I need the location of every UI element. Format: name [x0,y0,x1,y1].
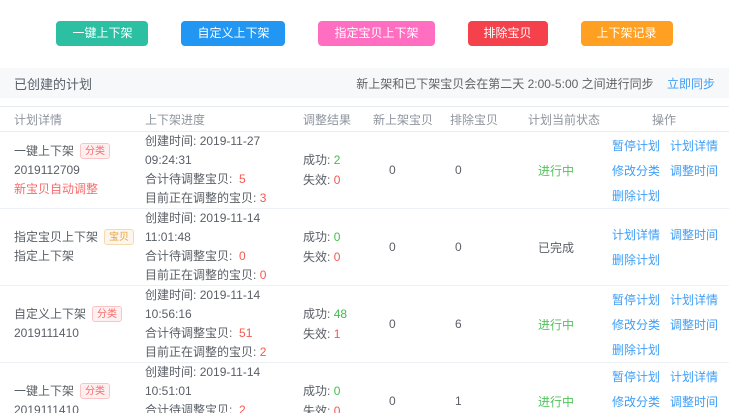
adjust-time-link[interactable]: 调整时间 [670,226,718,243]
table-row: 指定宝贝上下架宝贝 指定上下架 创建时间: 2019-11-14 11:01:4… [0,209,729,286]
header-progress: 上下架进度 [145,111,303,128]
plan-type-tag: 宝贝 [104,229,134,245]
plan-detail-link[interactable]: 计划详情 [670,137,718,154]
new-items-count: 0 [373,240,450,254]
excluded-count: 0 [450,240,526,254]
table-row: 一键上下架分类 2019112709 新宝贝自动调整 创建时间: 2019-11… [0,132,729,209]
edit-category-link[interactable]: 修改分类 [612,162,660,179]
header-result: 调整结果 [303,111,373,128]
table-row: 自定义上下架分类 2019111410 创建时间: 2019-11-14 10:… [0,286,729,363]
progress-cell: 创建时间: 2019-11-14 10:51:01 合计待调整宝贝: 2 目前正… [145,363,303,413]
exclude-items-button[interactable]: 排除宝贝 [468,21,548,46]
adjust-time-link[interactable]: 调整时间 [670,162,718,179]
plan-id: 2019112709 [14,161,145,180]
specified-item-shelf-button[interactable]: 指定宝贝上下架 [318,21,434,46]
plan-type-tag: 分类 [80,143,110,159]
plan-type-tag: 分类 [92,306,122,322]
plan-detail-link[interactable]: 计划详情 [612,226,660,243]
result-cell: 成功: 48 失效: 1 [303,304,373,344]
new-items-count: 0 [373,163,450,177]
new-items-count: 0 [373,394,450,408]
header-plan-detail: 计划详情 [14,111,145,128]
edit-category-link[interactable]: 修改分类 [612,393,660,410]
pause-plan-link[interactable]: 暂停计划 [612,291,660,308]
plan-detail-cell: 自定义上下架分类 2019111410 [14,305,145,343]
adjust-time-link[interactable]: 调整时间 [670,316,718,333]
header-excluded: 排除宝贝 [450,111,526,128]
actions-cell: 暂停计划 计划详情 修改分类 调整时间 删除计划 [608,368,718,413]
plan-id: 2019111410 [14,324,145,343]
section-title: 已创建的计划 [14,74,92,93]
header-status: 计划当前状态 [526,111,608,128]
plan-note: 新宝贝自动调整 [14,180,145,199]
plan-id: 指定上下架 [14,247,145,266]
result-cell: 成功: 2 失效: 0 [303,150,373,190]
table-header: 计划详情 上下架进度 调整结果 新上架宝贝 排除宝贝 计划当前状态 操作 [0,106,729,132]
pause-plan-link[interactable]: 暂停计划 [612,137,660,154]
excluded-count: 0 [450,163,526,177]
new-items-count: 0 [373,317,450,331]
delete-plan-link[interactable]: 删除计划 [612,341,660,358]
plan-name: 指定宝贝上下架 [14,230,98,244]
sync-now-link[interactable]: 立即同步 [667,77,715,91]
sync-note: 新上架和已下架宝贝会在第二天 2:00-5:00 之间进行同步 [356,77,653,91]
status-badge: 进行中 [526,393,608,410]
edit-category-link[interactable]: 修改分类 [612,316,660,333]
plan-name: 一键上下架 [14,144,74,158]
plan-name: 一键上下架 [14,384,74,398]
plan-name: 自定义上下架 [14,307,86,321]
delete-plan-link[interactable]: 删除计划 [612,251,660,268]
header-actions: 操作 [608,111,715,128]
actions-cell: 暂停计划 计划详情 修改分类 调整时间 删除计划 [608,291,718,358]
progress-cell: 创建时间: 2019-11-14 10:56:16 合计待调整宝贝: 51 目前… [145,286,303,362]
status-badge: 进行中 [526,162,608,179]
delete-plan-link[interactable]: 删除计划 [612,187,660,204]
section-header: 已创建的计划 新上架和已下架宝贝会在第二天 2:00-5:00 之间进行同步 立… [0,68,729,98]
result-cell: 成功: 0 失效: 0 [303,227,373,267]
result-cell: 成功: 0 失效: 0 [303,381,373,413]
actions-cell: 暂停计划 计划详情 修改分类 调整时间 删除计划 [608,137,718,204]
plan-detail-link[interactable]: 计划详情 [670,291,718,308]
sync-note-wrap: 新上架和已下架宝贝会在第二天 2:00-5:00 之间进行同步 立即同步 [356,75,715,92]
excluded-count: 6 [450,317,526,331]
plan-detail-cell: 一键上下架分类 2019112709 新宝贝自动调整 [14,142,145,199]
adjust-time-link[interactable]: 调整时间 [670,393,718,410]
custom-shelf-button[interactable]: 自定义上下架 [181,21,285,46]
actions-cell: 计划详情 调整时间 删除计划 [608,226,718,268]
one-click-shelf-button[interactable]: 一键上下架 [56,21,148,46]
excluded-count: 1 [450,394,526,408]
progress-cell: 创建时间: 2019-11-14 11:01:48 合计待调整宝贝: 0 目前正… [145,209,303,285]
plan-detail-link[interactable]: 计划详情 [670,368,718,385]
plan-id: 2019111410 [14,401,145,413]
plan-detail-cell: 一键上下架分类 2019111410 [14,382,145,413]
pause-plan-link[interactable]: 暂停计划 [612,368,660,385]
table-row: 一键上下架分类 2019111410 创建时间: 2019-11-14 10:5… [0,363,729,413]
progress-cell: 创建时间: 2019-11-27 09:24:31 合计待调整宝贝: 5 目前正… [145,132,303,208]
shelf-records-button[interactable]: 上下架记录 [581,21,673,46]
plan-type-tag: 分类 [80,383,110,399]
status-badge: 进行中 [526,316,608,333]
plan-detail-cell: 指定宝贝上下架宝贝 指定上下架 [14,228,145,266]
header-new-items: 新上架宝贝 [373,111,450,128]
status-badge: 已完成 [526,239,608,256]
toolbar: 一键上下架 自定义上下架 指定宝贝上下架 排除宝贝 上下架记录 [0,0,729,46]
